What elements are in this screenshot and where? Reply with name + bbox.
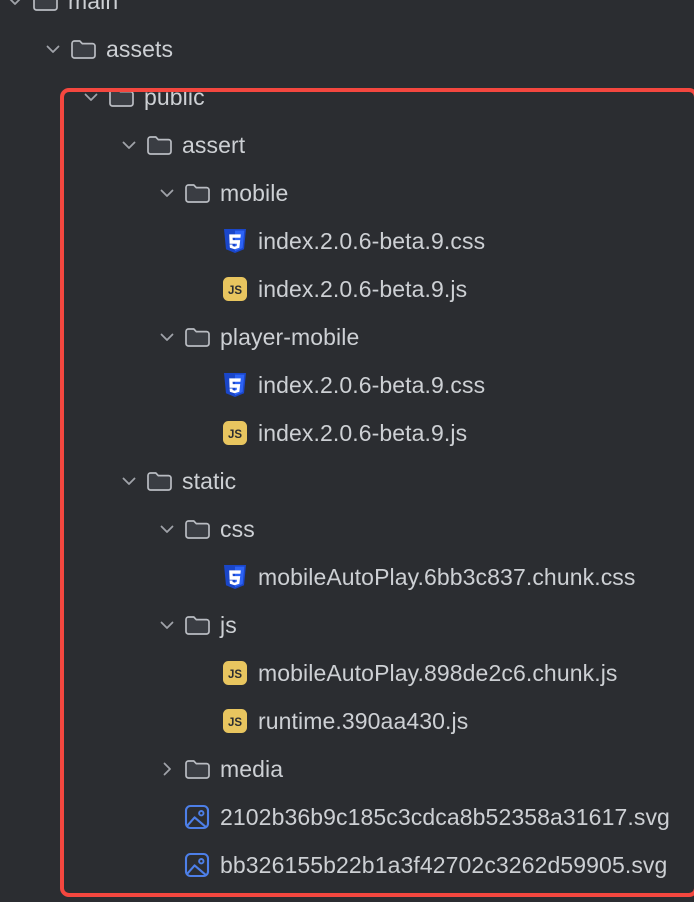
svg-text:JS: JS xyxy=(228,285,242,297)
tree-file-row[interactable]: mobileAutoPlay.6bb3c837.chunk.css xyxy=(0,553,694,601)
tree-folder-row[interactable]: media xyxy=(0,745,694,793)
chevron-down-icon[interactable] xyxy=(76,82,106,112)
tree-item-label: 2102b36b9c185c3cdca8b52358a31617.svg xyxy=(220,804,670,830)
chevron-down-icon[interactable] xyxy=(152,178,182,208)
tree-file-row[interactable]: 2102b36b9c185c3cdca8b52358a31617.svg xyxy=(0,793,694,841)
chevron-down-icon[interactable] xyxy=(152,610,182,640)
tree-folder-row[interactable]: assert xyxy=(0,121,694,169)
tree-file-row[interactable]: JS index.2.0.6-beta.9.js xyxy=(0,265,694,313)
tree-file-row[interactable]: bb326155b22b1a3f42702c3262d59905.svg xyxy=(0,841,694,889)
tree-item-label: mobileAutoPlay.6bb3c837.chunk.css xyxy=(258,564,636,590)
tree-folder-row[interactable]: mobile xyxy=(0,169,694,217)
tree-item-label: player-mobile xyxy=(220,324,360,350)
tree-folder-row[interactable]: assets xyxy=(0,25,694,73)
tree-folder-row[interactable]: main xyxy=(0,0,694,25)
tree-item-label: index.2.0.6-beta.9.css xyxy=(258,372,486,398)
tree-item-label: static xyxy=(182,468,237,494)
folder-icon xyxy=(68,34,98,64)
chevron-right-icon[interactable] xyxy=(152,754,182,784)
tree-folder-row[interactable]: static xyxy=(0,457,694,505)
tree-file-row[interactable]: index.2.0.6-beta.9.css xyxy=(0,361,694,409)
tree-item-label: bb326155b22b1a3f42702c3262d59905.svg xyxy=(220,852,668,878)
chevron-down-icon[interactable] xyxy=(0,0,30,16)
tree-item-label: assets xyxy=(106,36,174,62)
chevron-down-icon[interactable] xyxy=(38,34,68,64)
tree-file-row[interactable]: JS mobileAutoPlay.898de2c6.chunk.js xyxy=(0,649,694,697)
tree-folder-row[interactable]: public xyxy=(0,73,694,121)
chevron-down-icon[interactable] xyxy=(152,322,182,352)
file-explorer-tree[interactable]: main assets public assert mobile index.2.0.6-… xyxy=(0,0,694,902)
svg-text:JS: JS xyxy=(228,717,242,729)
tree-folder-row[interactable]: css xyxy=(0,505,694,553)
image-file-icon xyxy=(182,802,212,832)
image-file-icon xyxy=(182,850,212,880)
tree-item-label: js xyxy=(220,612,237,638)
folder-icon xyxy=(182,322,212,352)
folder-icon xyxy=(182,514,212,544)
chevron-down-icon[interactable] xyxy=(114,130,144,160)
tree-item-label: public xyxy=(144,84,205,110)
folder-icon xyxy=(106,82,136,112)
folder-icon xyxy=(144,130,174,160)
folder-icon xyxy=(182,610,212,640)
svg-text:JS: JS xyxy=(228,669,242,681)
tree-file-row[interactable]: JS runtime.390aa430.js xyxy=(0,697,694,745)
folder-icon xyxy=(30,0,60,16)
svg-text:JS: JS xyxy=(228,429,242,441)
js-file-icon: JS xyxy=(220,418,250,448)
js-file-icon: JS xyxy=(220,706,250,736)
tree-item-label: css xyxy=(220,516,255,542)
folder-icon xyxy=(182,178,212,208)
js-file-icon: JS xyxy=(220,658,250,688)
tree-item-label: index.2.0.6-beta.9.css xyxy=(258,228,486,254)
tree-item-label: main xyxy=(68,0,119,14)
tree-item-label: mobile xyxy=(220,180,289,206)
tree-item-label: runtime.390aa430.js xyxy=(258,708,469,734)
tree-item-label: index.2.0.6-beta.9.js xyxy=(258,276,468,302)
chevron-down-icon[interactable] xyxy=(152,514,182,544)
tree-folder-row[interactable]: player-mobile xyxy=(0,313,694,361)
tree-file-row[interactable]: index.2.0.6-beta.9.css xyxy=(0,217,694,265)
chevron-down-icon[interactable] xyxy=(114,466,144,496)
css-file-icon xyxy=(220,370,250,400)
js-file-icon: JS xyxy=(220,274,250,304)
css-file-icon xyxy=(220,562,250,592)
tree-item-label: index.2.0.6-beta.9.js xyxy=(258,420,468,446)
tree-item-label: assert xyxy=(182,132,246,158)
tree-folder-row[interactable]: js xyxy=(0,601,694,649)
tree-file-row[interactable]: JS index.2.0.6-beta.9.js xyxy=(0,409,694,457)
css-file-icon xyxy=(220,226,250,256)
folder-icon xyxy=(144,466,174,496)
folder-icon xyxy=(182,754,212,784)
tree-item-label: mobileAutoPlay.898de2c6.chunk.js xyxy=(258,660,618,686)
tree-item-label: media xyxy=(220,756,284,782)
